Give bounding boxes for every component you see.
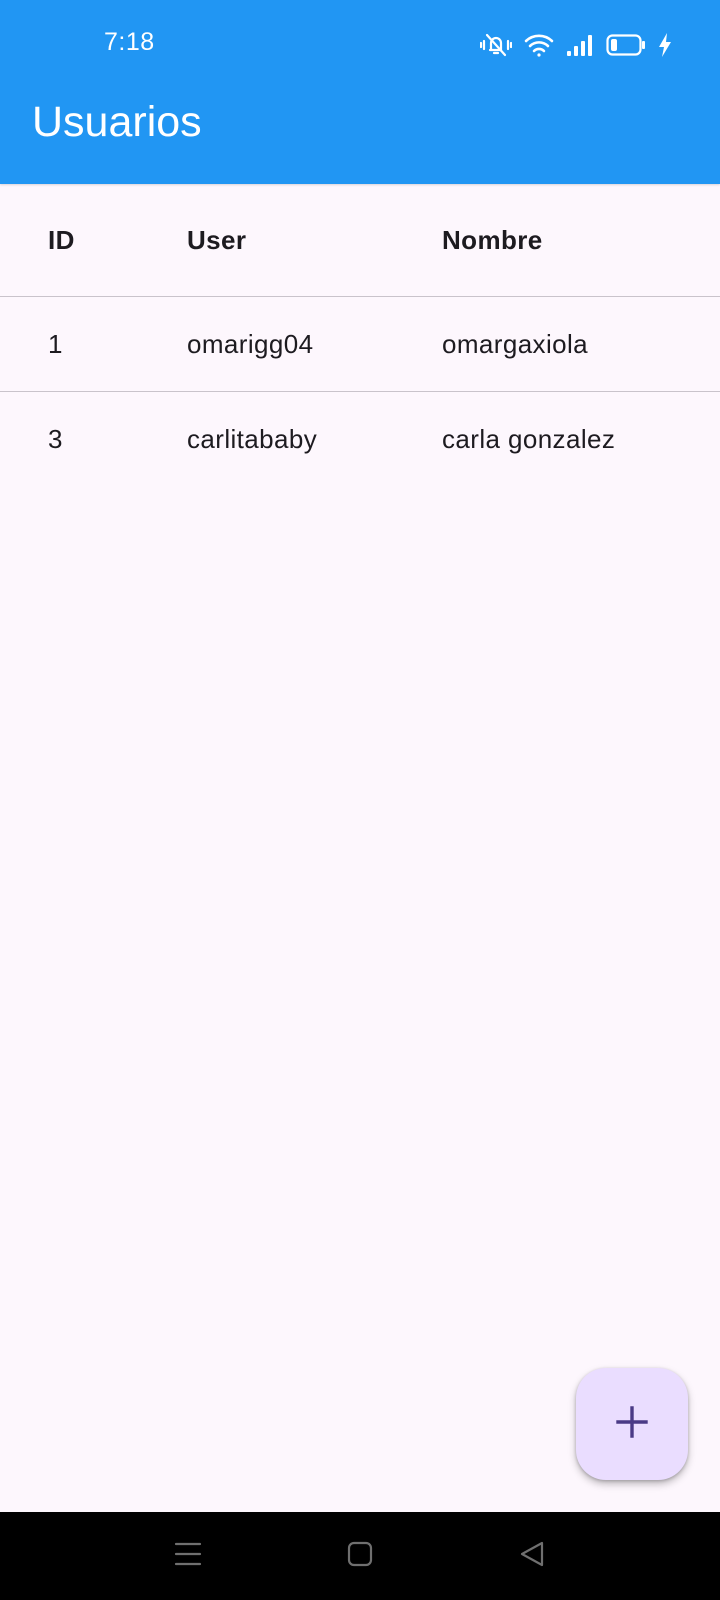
menu-icon xyxy=(173,1540,203,1573)
home-button[interactable] xyxy=(338,1534,382,1578)
status-icons xyxy=(480,28,672,62)
add-user-button[interactable] xyxy=(576,1368,688,1480)
cell-nombre: carla gonzalez xyxy=(442,423,616,454)
back-button[interactable] xyxy=(510,1534,554,1578)
cell-id: 1 xyxy=(48,328,63,359)
plus-icon xyxy=(615,1405,649,1444)
cell-user: carlitababy xyxy=(187,423,318,454)
home-icon xyxy=(346,1540,374,1573)
recents-button[interactable] xyxy=(166,1534,210,1578)
users-table: ID User Nombre 1 omarigg04 omargaxiola 3… xyxy=(0,184,720,486)
column-header-id: ID xyxy=(48,224,75,255)
app-bar: 7:18 Usuarios xyxy=(0,0,720,184)
page-title: Usuarios xyxy=(32,98,202,146)
column-header-user: User xyxy=(187,224,247,255)
cell-user: omarigg04 xyxy=(187,328,314,359)
table-row[interactable]: 1 omarigg04 omargaxiola xyxy=(0,297,720,392)
table-header-row: ID User Nombre xyxy=(0,184,720,297)
cell-nombre: omargaxiola xyxy=(442,328,589,359)
table-row[interactable]: 3 carlitababy carla gonzalez xyxy=(0,392,720,486)
system-nav-bar xyxy=(0,1512,720,1600)
battery-icon xyxy=(606,33,646,57)
status-time: 7:18 xyxy=(104,28,155,56)
charging-icon xyxy=(658,32,672,58)
cell-id: 3 xyxy=(48,423,63,454)
back-icon xyxy=(518,1540,546,1573)
vibrate-silent-icon xyxy=(480,32,512,58)
column-header-nombre: Nombre xyxy=(442,224,543,255)
signal-icon xyxy=(566,33,594,57)
wifi-icon xyxy=(524,32,554,58)
